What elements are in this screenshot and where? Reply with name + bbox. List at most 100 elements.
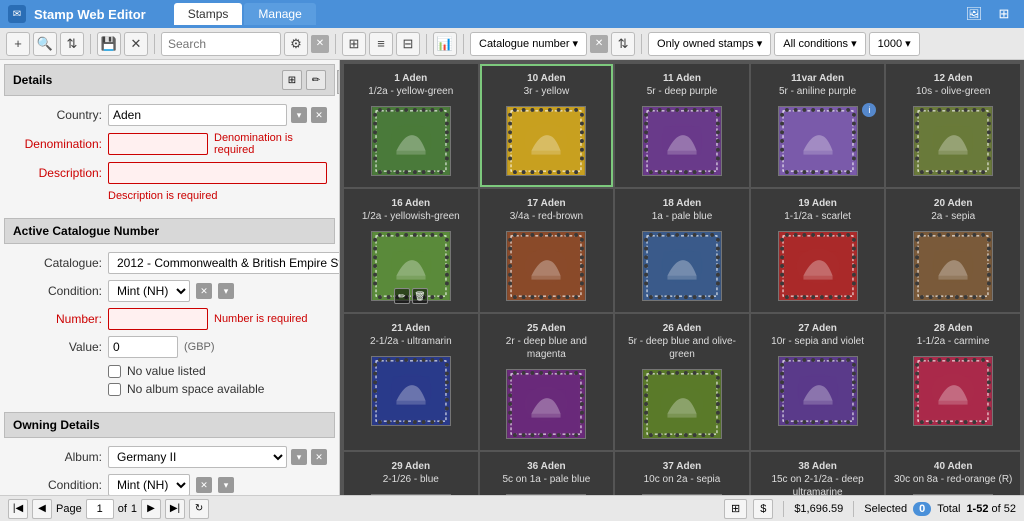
- toolbar: + 🔍 ⇅ 💾 ✕ ⚙ ✕ ⊞ ≡ ⊟ 📊 Catalogue number ▾…: [0, 28, 1024, 60]
- no-album-row: No album space available: [108, 382, 327, 396]
- stamp-svg: [506, 494, 586, 495]
- own-condition-arrow-btn[interactable]: ▾: [218, 477, 234, 493]
- selected-label: Selected: [864, 503, 907, 515]
- dollar-btn[interactable]: $: [753, 499, 773, 519]
- number-row: Number: Number is required: [12, 308, 327, 330]
- tab-stamps[interactable]: Stamps: [174, 3, 243, 25]
- first-page-btn[interactable]: |◀: [8, 499, 28, 519]
- last-page-btn[interactable]: ▶|: [165, 499, 185, 519]
- details-grid-icon[interactable]: ⊞: [282, 70, 302, 90]
- catalogue-number-filter[interactable]: Catalogue number ▾: [470, 32, 587, 56]
- stamp-cell[interactable]: 12 Aden10s - olive-green: [886, 64, 1020, 187]
- sort-button[interactable]: ⇅: [60, 32, 84, 56]
- stamp-cell[interactable]: 36 Aden5c on 1a - pale blue: [480, 452, 614, 495]
- save-button[interactable]: 💾: [97, 32, 121, 56]
- stamp-cell[interactable]: 10 Aden3r - yellow: [480, 64, 614, 187]
- stamp-cell[interactable]: 11 Aden5r - deep purple: [615, 64, 749, 187]
- details-form: Country: ▾ ✕ Denomination: Denomination …: [0, 96, 339, 214]
- stamp-svg: [506, 369, 586, 439]
- catalogue-form: Catalogue: 2012 - Commonwealth & British…: [0, 244, 339, 408]
- stamp-image-area: [892, 226, 1014, 306]
- view-list-button[interactable]: ≡: [369, 32, 393, 56]
- stamp-cell[interactable]: 27 Aden10r - sepia and violet: [751, 314, 885, 450]
- search-input[interactable]: [161, 32, 281, 56]
- view-detail-button[interactable]: ⊟: [396, 32, 420, 56]
- clear-search-button[interactable]: ✕: [311, 35, 329, 53]
- country-clear-btn[interactable]: ✕: [311, 107, 327, 123]
- stamp-label: 40 Aden30c on 8a - red-orange (R): [894, 460, 1012, 486]
- view-grid-button[interactable]: ⊞: [342, 32, 366, 56]
- stamp-cell[interactable]: 28 Aden1-1/2a - carmine: [886, 314, 1020, 450]
- stamp-cell[interactable]: 1 Aden1/2a - yellow-green: [344, 64, 478, 187]
- stamp-cell[interactable]: 38 Aden15c on 2-1/2a - deep ultramarine: [751, 452, 885, 495]
- prev-page-btn[interactable]: ◀: [32, 499, 52, 519]
- details-edit-icon[interactable]: ✏: [306, 70, 326, 90]
- report-button[interactable]: 📊: [433, 32, 457, 56]
- stamp-cell[interactable]: 17 Aden3/4a - red-brown: [480, 189, 614, 312]
- no-value-checkbox[interactable]: [108, 365, 121, 378]
- next-page-btn[interactable]: ▶: [141, 499, 161, 519]
- stamp-svg: [371, 356, 451, 426]
- no-value-label: No value listed: [127, 364, 206, 378]
- country-dropdown-btn[interactable]: ▾: [291, 107, 307, 123]
- album-clear-btn[interactable]: ✕: [311, 449, 327, 465]
- number-input[interactable]: [108, 308, 208, 330]
- owning-section-header: Owning Details: [4, 412, 335, 438]
- album-dropdown-btn[interactable]: ▾: [291, 449, 307, 465]
- stamp-cell[interactable]: 37 Aden10c on 2a - sepia: [615, 452, 749, 495]
- stamp-cell[interactable]: 21 Aden2-1/2a - ultramarin: [344, 314, 478, 450]
- catalogue-select[interactable]: 2012 - Commonwealth & British Empire Sta…: [108, 252, 340, 274]
- country-input[interactable]: [108, 104, 287, 126]
- stamp-image-area: [621, 364, 743, 444]
- no-album-checkbox[interactable]: [108, 383, 121, 396]
- page-input[interactable]: [86, 499, 114, 519]
- album-select[interactable]: Germany II: [108, 446, 287, 468]
- owning-title: Owning Details: [13, 418, 100, 432]
- tab-manage[interactable]: Manage: [244, 3, 315, 25]
- stamp-cell[interactable]: 20 Aden2a - sepia: [886, 189, 1020, 312]
- condition-arrow-btn[interactable]: ▾: [218, 283, 234, 299]
- total-value: $1,696.59: [794, 503, 843, 515]
- stamp-cell[interactable]: 25 Aden2r - deep blue and magenta: [480, 314, 614, 450]
- image-icon[interactable]: 🖼: [962, 2, 986, 26]
- all-conditions-filter[interactable]: All conditions ▾: [774, 32, 865, 56]
- panel-collapse-btn[interactable]: ◀: [337, 70, 340, 94]
- catalogue-title: Active Catalogue Number: [13, 224, 159, 238]
- separator-1: [90, 34, 91, 54]
- filter-icon-button[interactable]: ⚙: [284, 32, 308, 56]
- stamp-image-area: [757, 226, 879, 306]
- catalogue-filter-label: Catalogue number: [479, 38, 570, 50]
- count-filter[interactable]: 1000 ▾: [869, 32, 920, 56]
- value-input[interactable]: [108, 336, 178, 358]
- stamp-cell[interactable]: 16 Aden1/2a - yellowish-green: [344, 189, 478, 312]
- sort-filter-button[interactable]: ⇅: [611, 32, 635, 56]
- cancel-button[interactable]: ✕: [124, 32, 148, 56]
- only-stamps-filter[interactable]: Only owned stamps ▾: [648, 32, 771, 56]
- stamp-delete-icon[interactable]: 🗑: [412, 288, 428, 304]
- grid-icon[interactable]: ⊞: [992, 2, 1016, 26]
- stamp-svg: [778, 106, 858, 176]
- denomination-input[interactable]: [108, 133, 208, 155]
- stamps-grid: 1 Aden1/2a - yellow-green: [340, 60, 1024, 495]
- stamp-cell[interactable]: 40 Aden30c on 8a - red-orange (R): [886, 452, 1020, 495]
- refresh-btn[interactable]: ↻: [189, 499, 209, 519]
- own-condition-select[interactable]: Mint (NH): [108, 474, 190, 495]
- description-input[interactable]: [108, 162, 327, 184]
- add-button[interactable]: +: [6, 32, 30, 56]
- search-button[interactable]: 🔍: [33, 32, 57, 56]
- condition-select[interactable]: Mint (NH): [108, 280, 190, 302]
- grid-view-btn[interactable]: ⊞: [724, 499, 747, 519]
- stamp-cell[interactable]: 26 Aden5r - deep blue and olive-green: [615, 314, 749, 450]
- currency-label: (GBP): [184, 341, 215, 353]
- stamp-cell[interactable]: 18 Aden1a - pale blue: [615, 189, 749, 312]
- stamp-pencil-icon[interactable]: ✏: [394, 288, 410, 304]
- stamp-cell[interactable]: 29 Aden2-1/26 - blue: [344, 452, 478, 495]
- stamp-svg: [642, 494, 722, 495]
- condition-x-btn[interactable]: ✕: [196, 283, 212, 299]
- clear-filter-button[interactable]: ✕: [590, 35, 608, 53]
- stamp-cell[interactable]: 19 Aden1-1/2a - scarlet: [751, 189, 885, 312]
- stamp-svg: [913, 106, 993, 176]
- stamp-cell[interactable]: 11var Aden5r - aniline purple i: [751, 64, 885, 187]
- own-condition-x-btn[interactable]: ✕: [196, 477, 212, 493]
- stamp-svg: [506, 106, 586, 176]
